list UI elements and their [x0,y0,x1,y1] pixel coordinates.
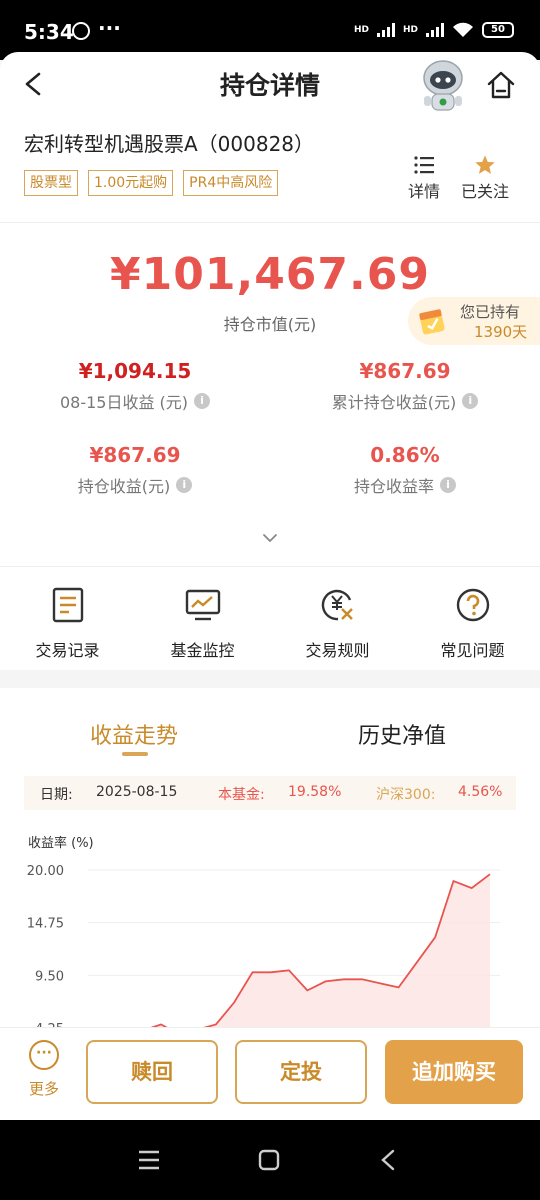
holding-profit-label: 持仓收益(元) [77,477,171,496]
series-area [88,874,490,1033]
signal-icon-2 [426,23,444,37]
daily-profit: ¥1,094.15 08-15日收益 (元) i [0,359,270,413]
document-icon [52,587,83,623]
wifi-icon [453,22,473,37]
fund-tags: 股票型 1.00元起购 PR4中高风险 [24,170,279,196]
more-notifications-icon: ··· [98,16,121,40]
fund-monitor-label: 基金监控 [170,641,235,660]
tag-min-purchase: 1.00元起购 [88,170,174,196]
info-icon[interactable]: i [440,477,456,493]
active-tab-indicator [122,752,148,756]
home-icon[interactable] [486,70,516,100]
detail-button[interactable]: 详情 [404,152,444,202]
cumulative-profit-value: ¥867.69 [359,359,451,383]
robot-assistant-icon[interactable] [418,58,468,114]
follow-button[interactable]: 已关注 [456,152,514,202]
tab-history-nav[interactable]: 历史净值 [358,718,446,750]
more-button[interactable]: ··· 更多 [26,1040,62,1099]
trade-rules-button[interactable]: 交易规则 [270,567,405,670]
menu-icon[interactable] [138,1150,160,1170]
cumulative-profit: ¥867.69 累计持仓收益(元) i [270,359,540,413]
detail-label: 详情 [407,182,440,201]
trade-records-button[interactable]: 交易记录 [0,567,135,670]
status-indicators: HD HD 50 [354,22,514,38]
index-return-label: 沪深300: [376,787,436,803]
header: 持仓详情 宏利转型机遇股票A（000828） 股票型 1.00元起购 PR4中高… [0,52,540,222]
sip-button[interactable]: 定投 [235,1040,367,1104]
profit-chart: 20.0014.759.504.25 [27,864,500,1033]
profit-trend-card: 收益走势 历史净值 日期: 2025-08-15 本基金: 19.58% 沪深3… [0,688,540,1033]
app-notification-icon [72,22,90,40]
y-tick-label: 9.50 [35,969,64,984]
fund-name: 宏利转型机遇股票A（000828） [24,132,315,156]
cumulative-profit-label: 累计持仓收益(元) [331,393,457,412]
hd-label: HD [353,24,369,35]
buy-more-button[interactable]: 追加购买 [385,1040,523,1104]
chevron-down-icon[interactable] [262,533,278,543]
date-label: 日期: [40,787,73,803]
held-days: 1390天 [474,323,528,341]
bottom-action-bar: ··· 更多 赎回 定投 追加购买 [0,1027,540,1120]
daily-profit-label: 08-15日收益 (元) [59,393,189,412]
fund-return-value: 19.58% [288,784,342,800]
follow-label: 已关注 [460,182,509,201]
y-tick-label: 20.00 [27,864,64,879]
redeem-button[interactable]: 赎回 [86,1040,218,1104]
home-nav-icon[interactable] [258,1149,280,1171]
held-label: 您已持有 [460,303,521,321]
hd-label-2: HD [402,24,418,35]
status-time: 5:34 [24,20,74,44]
holding-profit: ¥867.69 持仓收益(元) i [0,443,270,497]
quick-actions: 交易记录 基金监控 交易规则 常见问题 [0,566,540,670]
holding-yield-value: 0.86% [370,443,440,467]
signal-icon [376,23,395,37]
tag-risk: PR4中高风险 [183,170,279,196]
more-dots-icon: ··· [29,1040,59,1070]
held-days-badge: 您已持有 1390天 [408,297,540,345]
info-icon[interactable]: i [194,393,211,409]
holding-profit-value: ¥867.69 [89,443,181,467]
daily-profit-value: ¥1,094.15 [78,359,192,383]
faq-button[interactable]: 常见问题 [405,567,540,670]
monitor-chart-icon [185,589,220,621]
market-value: ¥101,467.69 [110,249,430,300]
date-value: 2025-08-15 [96,784,178,800]
tab-profit-trend[interactable]: 收益走势 [90,718,178,750]
more-label: 更多 [28,1080,59,1098]
battery-icon: 50 [482,22,514,38]
calendar-icon [419,309,445,335]
holding-summary: ¥101,467.69 持仓市值(元) 您已持有 1390天 ¥1,094.15… [0,222,540,566]
index-return-value: 4.56% [458,784,503,800]
back-nav-icon[interactable] [380,1149,396,1171]
holding-yield: 0.86% 持仓收益率 i [270,443,540,497]
trade-records-label: 交易记录 [35,641,100,660]
y-tick-label: 14.75 [27,917,64,932]
list-icon [414,156,434,174]
holding-yield-label: 持仓收益率 [353,477,434,496]
info-icon[interactable]: i [176,477,193,493]
faq-label: 常见问题 [440,641,505,660]
tag-type: 股票型 [24,170,78,196]
fund-return-label: 本基金: [218,787,265,803]
info-icon[interactable]: i [462,393,479,409]
status-bar: 5:34 ··· HD HD 50 [0,0,540,60]
question-icon [456,588,489,622]
yuan-rules-icon [321,589,353,621]
trade-rules-label: 交易规则 [305,641,370,660]
star-icon [475,155,495,174]
fund-monitor-button[interactable]: 基金监控 [135,567,270,670]
system-nav-bar [0,1120,540,1200]
chart-info-bar: 日期: 2025-08-15 本基金: 19.58% 沪深300: 4.56% [24,776,516,810]
